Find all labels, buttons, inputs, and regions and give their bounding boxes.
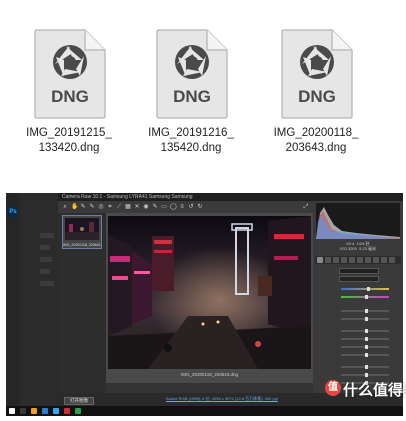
photoshop-logo: Ps [8,207,18,217]
tab-snapshots[interactable] [389,257,395,263]
workflow-options-link[interactable]: Adobe RGB (1998); 8 位; 4096 x 3072 (12.6… [166,396,316,402]
crop-tool-icon[interactable]: ⌗ [107,204,113,210]
contrast-row [317,316,399,322]
tab-hsl[interactable] [341,257,347,263]
svg-text:DNG: DNG [173,87,211,106]
exposure-slider[interactable] [341,309,389,313]
preview-filename: IMG_20200118_203643.dng [181,372,238,377]
red-eye-icon[interactable]: ◉ [143,204,149,210]
windows-taskbar [6,406,403,416]
tab-split-toning[interactable] [349,257,355,263]
search-icon[interactable] [20,408,26,414]
night-street-photo [108,216,311,369]
bg-ui-stub [40,233,54,238]
radial-filter-icon[interactable]: ◯ [170,204,177,210]
transform-tool-icon[interactable]: ▦ [125,204,131,210]
hand-tool-icon[interactable]: ✋ [71,204,78,210]
watermark-badge: 值 [325,380,341,396]
file-name: IMG_20200118_ 203643.dng [273,127,359,154]
bg-ui-stub [40,245,50,250]
dehaze-slider[interactable] [341,373,389,377]
photoshop-background [20,193,60,413]
watermark-text: 什么值得买 [343,382,406,399]
temperature-slider[interactable] [341,287,389,291]
tab-calibration[interactable] [373,257,379,263]
blacks-slider[interactable] [341,353,389,357]
highlights-slider[interactable] [341,329,389,333]
white-balance-row [317,276,399,282]
filmstrip: IMG_20200118_203643.dng [58,213,106,393]
file-name: IMG_20191215_ 133420.dng [26,127,112,154]
dng-file-icon: DNG [281,29,353,119]
fullscreen-icon[interactable]: ⤢ [303,204,309,210]
preferences-icon[interactable]: ≡ [179,204,185,210]
aperture-icon [175,45,209,79]
temperature-row [317,286,399,292]
whites-slider[interactable] [341,345,389,349]
tint-slider[interactable] [341,295,389,299]
svg-text:DNG: DNG [51,87,89,106]
bg-ui-stub [40,269,50,274]
file-name: IMG_20191216_ 135420.dng [148,127,234,154]
filmstrip-thumbnail[interactable]: IMG_20200118_203643.dng [62,215,102,249]
shadows-slider[interactable] [341,337,389,341]
white-balance-tool-icon[interactable]: ✎ [80,204,86,210]
profile-select[interactable] [339,268,379,274]
camera-readout: f/2.4 1/24 秒 ISO 3200 5.23 毫米 [339,241,377,251]
window-title: Camera Raw 10.1 - Samsung LYRA41 Samsung… [58,193,403,201]
contrast-slider[interactable] [341,317,389,321]
rotate-ccw-icon[interactable]: ↺ [188,204,194,210]
zoom-tool-icon[interactable]: ⌕ [62,204,68,210]
graduated-filter-icon[interactable]: ▭ [161,204,167,210]
open-image-button[interactable]: 打开图像 [64,397,94,405]
aperture-icon [53,45,87,79]
spot-removal-icon[interactable]: ✕ [134,204,140,210]
blacks-row [317,352,399,358]
dng-file-icon: DNG [156,29,228,119]
exposure-row [317,308,399,314]
tab-effects[interactable] [365,257,371,263]
bg-ui-stub [40,257,52,262]
app-icon[interactable] [75,408,81,414]
smzdm-watermark: 值 什么值得买 [325,377,406,401]
target-adjust-icon[interactable]: ◎ [98,204,104,210]
whites-row [317,344,399,350]
profile-row [317,268,399,274]
svg-text:DNG: DNG [298,87,336,106]
shadows-row [317,336,399,342]
image-preview: IMG_20200118_203643.dng [106,213,313,383]
tab-presets[interactable] [381,257,387,263]
bg-ui-stub [40,281,54,286]
color-sampler-icon[interactable]: ✎ [89,204,95,210]
straighten-tool-icon[interactable]: ⟋ [116,204,122,210]
adjustment-panel: f/2.4 1/24 秒 ISO 3200 5.23 毫米 [313,201,403,393]
aperture-icon [300,45,334,79]
brush-icon[interactable]: ✎ [152,204,158,210]
photoshop-taskbar-icon[interactable] [53,408,59,414]
rotate-cw-icon[interactable]: ↻ [197,204,203,210]
photoshop-toolbar: Ps [6,193,20,413]
clarity-slider[interactable] [341,365,389,369]
thumbnail-label: IMG_20200118_203643.dng [63,243,101,247]
camera-raw-toolbar: ⌕ ✋ ✎ ✎ ◎ ⌗ ⟋ ▦ ✕ ◉ ✎ ▭ ◯ ≡ ↺ ↻ ⤢ [58,201,313,213]
highlights-row [317,328,399,334]
file-explorer-icon[interactable] [31,408,37,414]
histogram [316,203,400,239]
dng-file-icon: DNG [34,29,106,119]
tint-row [317,294,399,300]
tab-basic[interactable] [317,257,323,263]
tab-tone-curve[interactable] [325,257,331,263]
thumbnail-image [65,218,99,240]
white-balance-select[interactable] [339,276,379,282]
start-icon[interactable] [9,408,15,414]
app-icon[interactable] [64,408,70,414]
clarity-row [317,364,399,370]
tab-lens[interactable] [357,257,363,263]
tab-detail[interactable] [333,257,339,263]
panel-tabs [315,256,401,264]
edge-icon[interactable] [42,408,48,414]
